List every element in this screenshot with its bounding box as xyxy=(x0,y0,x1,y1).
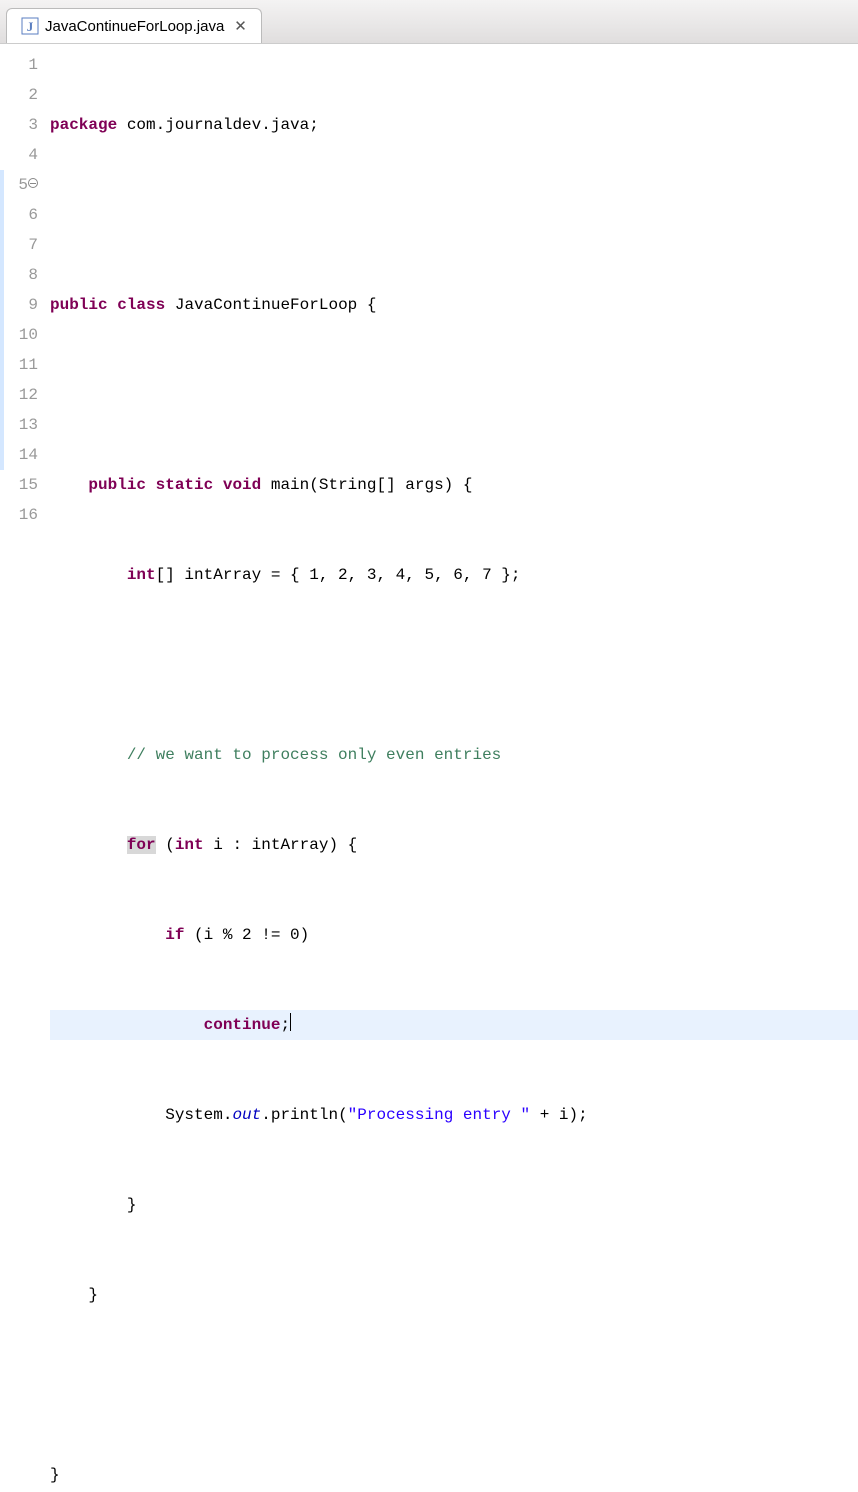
code-line: int[] intArray = { 1, 2, 3, 4, 5, 6, 7 }… xyxy=(50,560,858,590)
line-number: 10 xyxy=(0,320,38,350)
code-line: System.out.println("Processing entry " +… xyxy=(50,1100,858,1130)
code-content[interactable]: package com.journaldev.java; public clas… xyxy=(42,44,858,1492)
code-line xyxy=(50,1370,858,1400)
line-number: 1 xyxy=(0,50,38,80)
code-line: } xyxy=(50,1280,858,1310)
code-line xyxy=(50,380,858,410)
code-line: // we want to process only even entries xyxy=(50,740,858,770)
line-number: 2 xyxy=(0,80,38,110)
code-line-current: continue; xyxy=(50,1010,858,1040)
tab-filename: JavaContinueForLoop.java xyxy=(45,18,224,35)
line-number: 8 xyxy=(0,260,38,290)
line-number: 3 xyxy=(0,110,38,140)
line-number-gutter: 1 2 3 4 5 6 7 8 9 10 11 12 13 14 15 16 xyxy=(0,44,42,1492)
line-number: 7 xyxy=(0,230,38,260)
text-cursor xyxy=(290,1013,291,1031)
line-number: 16 xyxy=(0,500,38,530)
editor-tab-active[interactable]: J JavaContinueForLoop.java ✕ xyxy=(6,8,262,43)
close-tab-icon[interactable]: ✕ xyxy=(234,17,247,35)
code-line: for (int i : intArray) { xyxy=(50,830,858,860)
line-number: 15 xyxy=(0,470,38,500)
line-number: 9 xyxy=(0,290,38,320)
editor-tab-bar: J JavaContinueForLoop.java ✕ xyxy=(0,0,858,44)
code-line: package com.journaldev.java; xyxy=(50,110,858,140)
code-line xyxy=(50,650,858,680)
code-line: if (i % 2 != 0) xyxy=(50,920,858,950)
svg-text:J: J xyxy=(27,19,34,34)
code-editor[interactable]: 1 2 3 4 5 6 7 8 9 10 11 12 13 14 15 16 p… xyxy=(0,44,858,1492)
line-number: 12 xyxy=(0,380,38,410)
line-number: 5 xyxy=(0,170,38,200)
line-number: 13 xyxy=(0,410,38,440)
code-line: public class JavaContinueForLoop { xyxy=(50,290,858,320)
fold-icon[interactable] xyxy=(28,178,38,188)
line-number: 4 xyxy=(0,140,38,170)
code-line: } xyxy=(50,1460,858,1490)
code-line: public static void main(String[] args) { xyxy=(50,470,858,500)
java-file-icon: J xyxy=(21,17,39,35)
code-line xyxy=(50,200,858,230)
code-line: } xyxy=(50,1190,858,1220)
line-number: 11 xyxy=(0,350,38,380)
line-number: 14 xyxy=(0,440,38,470)
line-number: 6 xyxy=(0,200,38,230)
